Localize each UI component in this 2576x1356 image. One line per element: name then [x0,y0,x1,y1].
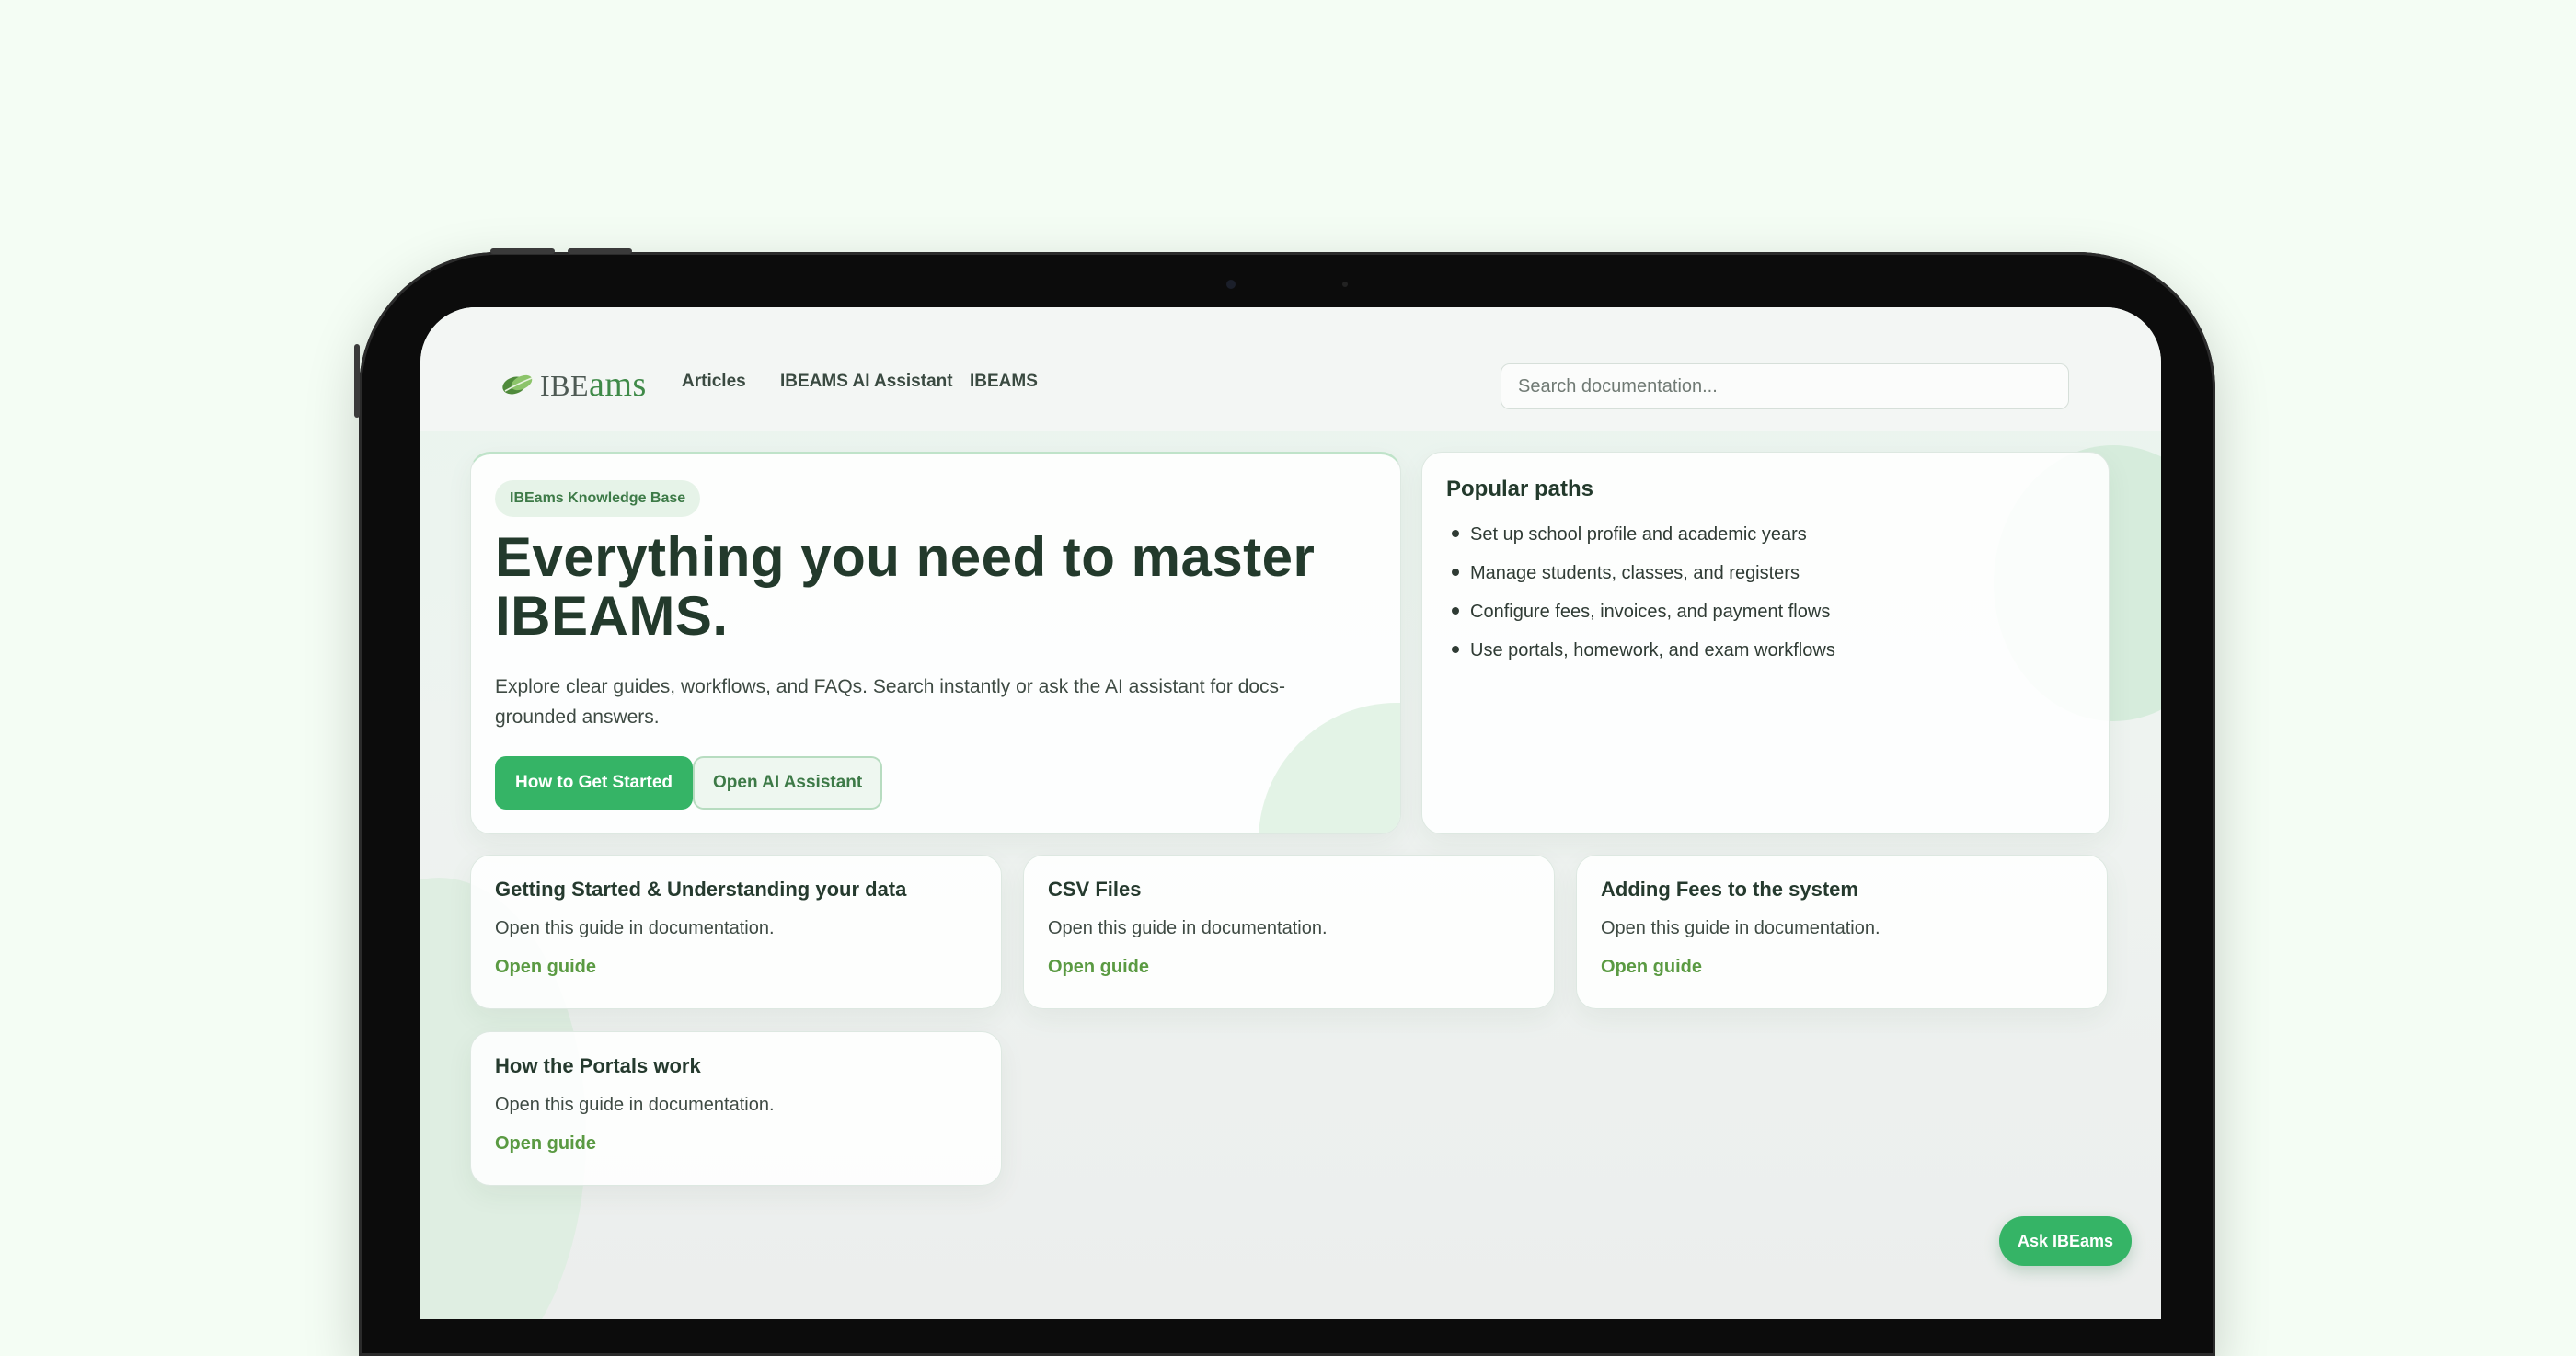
guide-description: Open this guide in documentation. [495,918,775,938]
hero-description: Explore clear guides, workflows, and FAQ… [495,676,1286,728]
hero-card: IBEams Knowledge Base Everything you nee… [470,452,1401,834]
guide-title: CSV Files [1048,878,1142,901]
ibeams-logo[interactable]: IBEams [501,364,647,405]
popular-paths-list: Set up school profile and academic years… [1446,515,1835,670]
guide-card[interactable]: Getting Started & Understanding your dat… [470,855,1002,1009]
guide-description: Open this guide in documentation. [495,1095,775,1115]
guide-title: Getting Started & Understanding your dat… [495,878,907,901]
volume-button [490,248,555,254]
guide-card[interactable]: How the Portals work Open this guide in … [470,1031,1002,1186]
knowledge-base-badge: IBEams Knowledge Base [495,480,701,517]
open-guide-link[interactable]: Open guide [495,957,596,978]
guide-title: How the Portals work [495,1054,701,1077]
popular-path-item[interactable]: Manage students, classes, and registers [1446,554,1835,592]
popular-path-item[interactable]: Use portals, homework, and exam workflow… [1446,631,1835,670]
top-navigation-bar: IBEams Articles IBEAMS AI Assistant IBEA… [420,307,2161,431]
nav-ai-assistant[interactable]: IBEAMS AI Assistant [780,372,953,392]
open-guide-link[interactable]: Open guide [1601,957,1702,978]
nav-ibeams[interactable]: IBEAMS [970,372,1038,392]
guide-title: Adding Fees to the system [1601,878,1858,901]
sensor-icon [1342,282,1348,287]
hero-title: Everything you need to master IBEAMS. [495,526,1316,647]
logo-text: IBEams [540,365,647,404]
popular-paths-title: Popular paths [1446,477,1594,501]
browser-screen: IBEams Articles IBEAMS AI Assistant IBEA… [420,307,2161,1319]
open-ai-assistant-button[interactable]: Open AI Assistant [693,756,883,810]
ask-ibeams-button[interactable]: Ask IBEams [1999,1216,2133,1266]
guide-card[interactable]: Adding Fees to the system Open this guid… [1576,855,2108,1009]
guide-description: Open this guide in documentation. [1048,918,1328,938]
get-started-button[interactable]: How to Get Started [495,756,694,810]
search-input[interactable] [1501,363,2069,409]
open-guide-link[interactable]: Open guide [495,1133,596,1155]
power-button [354,344,360,418]
volume-button [568,248,632,254]
leaf-logo-icon [502,374,533,395]
camera-icon [1226,280,1236,289]
popular-path-item[interactable]: Set up school profile and academic years [1446,515,1835,554]
popular-path-item[interactable]: Configure fees, invoices, and payment fl… [1446,592,1835,631]
bullet-icon [1452,646,1459,653]
bullet-icon [1452,530,1459,537]
bullet-icon [1452,607,1459,615]
bullet-icon [1452,569,1459,576]
open-guide-link[interactable]: Open guide [1048,957,1149,978]
guide-card[interactable]: CSV Files Open this guide in documentati… [1023,855,1555,1009]
tablet-frame: IBEams Articles IBEAMS AI Assistant IBEA… [354,248,2215,1356]
nav-articles[interactable]: Articles [682,372,746,392]
popular-paths-card: Popular paths Set up school profile and … [1421,452,2110,834]
guide-description: Open this guide in documentation. [1601,918,1880,938]
